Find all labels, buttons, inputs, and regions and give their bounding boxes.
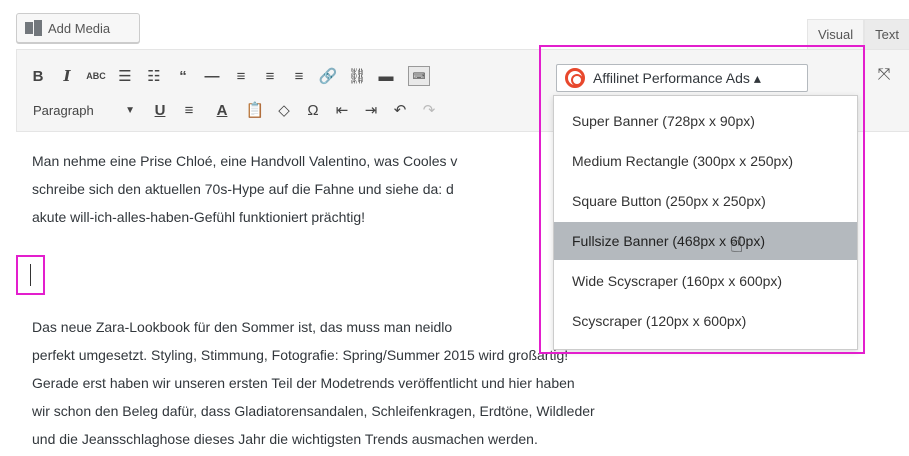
hand-cursor-icon: ☝ [730,232,744,257]
insert-link-button[interactable]: 🔗 [315,63,341,89]
chevron-down-icon: ▼ [125,104,135,116]
tab-text[interactable]: Text [864,19,909,49]
menu-item-square-button[interactable]: Square Button (250px x 250px) [554,182,857,220]
editor-tabs: Visual Text [806,19,909,49]
align-center-button[interactable]: ≡ [257,63,283,89]
add-media-label: Add Media [48,20,111,36]
numbered-list-button[interactable]: ☷ [141,63,167,89]
content-line: und die Jeansschlaghose dieses Jahr die … [32,431,538,447]
menu-item-medium-rectangle[interactable]: Medium Rectangle (300px x 250px) [554,142,857,180]
format-select-value: Paragraph [33,102,94,118]
affilinet-ads-dropdown: Super Banner (728px x 90px) Medium Recta… [553,95,858,350]
justify-button[interactable]: ≡ [176,97,202,123]
strikethrough-button[interactable]: ABC [83,63,109,89]
clear-formatting-button[interactable]: ◇ [271,97,297,123]
content-paragraph-1[interactable]: Man nehme eine Prise Chloé, eine Handvol… [32,147,552,231]
menu-item-super-banner[interactable]: Super Banner (728px x 90px) [554,102,857,140]
blockquote-button[interactable]: “ [170,63,196,89]
toolbar-row-1: B I ABC ☰ ☷ “ — ≡ ≡ ≡ 🔗 ⛓ ▬ ⌨ [17,60,436,92]
paste-text-button[interactable]: 📋 [242,97,268,123]
affilinet-ads-button[interactable]: Affilinet Performance Ads ▴ [556,64,808,92]
menu-item-fullsize-banner[interactable]: Fullsize Banner (468px x 60px) [554,222,857,260]
undo-button[interactable]: ↶ [387,97,413,123]
toolbar-toggle-button[interactable]: ⌨ [408,66,430,86]
content-line: schreibe sich den aktuellen 70s-Hype auf… [32,181,454,197]
tab-visual[interactable]: Visual [806,19,865,49]
align-left-button[interactable]: ≡ [228,63,254,89]
italic-button[interactable]: I [54,63,80,89]
menu-item-wide-skyscraper[interactable]: Wide Scyscraper (160px x 600px) [554,262,857,300]
affilinet-target-icon [565,68,585,88]
menu-item-skyscraper[interactable]: Scyscraper (120px x 600px) [554,302,857,340]
fullscreen-icon[interactable]: ⤧ [875,66,893,84]
text-cursor-highlight [16,255,45,295]
content-line: akute will-ich-alles-haben-Gefühl funkti… [32,209,366,225]
indent-button[interactable]: ⇥ [358,97,384,123]
text-color-button[interactable]: A [205,97,239,123]
align-right-button[interactable]: ≡ [286,63,312,89]
toolbar-row-2: Paragraph ▼ U ≡ A 📋 ◇ Ω ⇤ ⇥ ↶ ↷ [17,94,445,126]
outdent-button[interactable]: ⇤ [329,97,355,123]
add-media-icon [25,20,42,36]
read-more-button[interactable]: ▬ [373,63,399,89]
horizontal-line-button[interactable]: — [199,63,225,89]
underline-button[interactable]: U [147,97,173,123]
remove-link-button[interactable]: ⛓ [344,63,370,89]
format-select[interactable]: Paragraph ▼ [29,97,139,123]
add-media-button[interactable]: Add Media [16,13,140,43]
content-line: Gerade erst haben wir unseren ersten Tei… [32,375,575,391]
bold-button[interactable]: B [25,63,51,89]
redo-button[interactable]: ↷ [416,97,442,123]
content-line: Man nehme eine Prise Chloé, eine Handvol… [32,153,458,169]
affilinet-ads-label: Affilinet Performance Ads ▴ [593,69,761,86]
special-character-button[interactable]: Ω [300,97,326,123]
content-line: wir schon den Beleg dafür, dass Gladiato… [32,403,595,419]
bullet-list-button[interactable]: ☰ [112,63,138,89]
